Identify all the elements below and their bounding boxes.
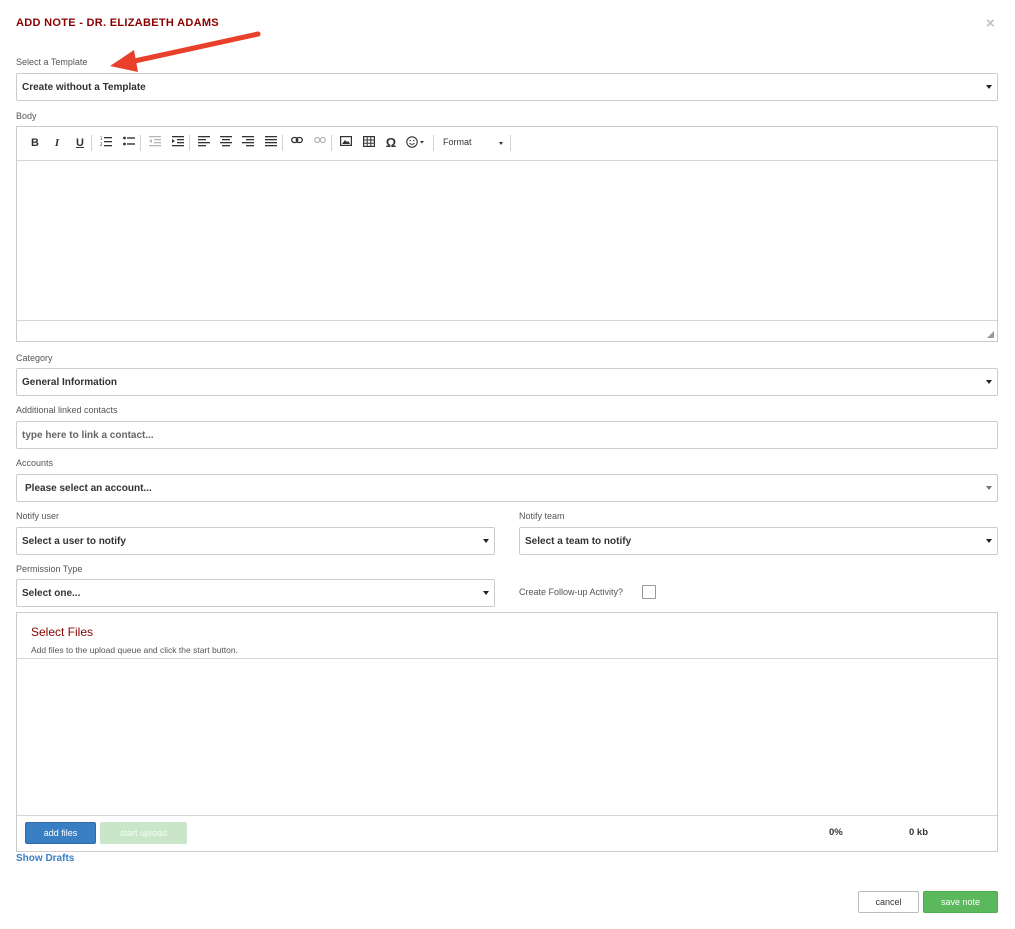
upload-size: 0 kb [909,827,929,838]
unlink-icon[interactable] [312,136,328,150]
notify-user-label: Notify user [16,511,60,521]
chevron-down-icon [986,85,992,89]
link-icon[interactable] [289,136,305,150]
uploader-header: Select Files Add files to the upload que… [17,613,997,659]
chevron-down-icon [986,539,992,543]
notify-team-select[interactable]: Select a team to notify [519,527,998,555]
save-note-button[interactable]: save note [923,891,998,913]
follow-up-checkbox[interactable] [642,585,656,599]
show-drafts-link[interactable]: Show Drafts [16,853,74,864]
start-upload-button[interactable]: start upload [100,822,187,844]
body-label: Body [16,111,37,121]
notify-user-value: Select a user to notify [22,536,126,547]
permission-type-select[interactable]: Select one... [16,579,495,607]
notify-team-label: Notify team [519,511,565,521]
emoji-icon[interactable] [405,136,429,150]
permission-type-value: Select one... [22,588,81,599]
cancel-button[interactable]: cancel [858,891,919,913]
editor-status-bar [17,320,997,341]
close-icon[interactable]: × [986,15,995,32]
accounts-select[interactable]: Please select an account... [16,474,998,502]
chevron-down-icon [499,142,503,145]
indent-icon[interactable] [170,136,186,150]
linked-contacts-field[interactable] [16,421,998,449]
chevron-down-icon [483,591,489,595]
bold-button[interactable]: B [27,136,43,150]
chevron-down-icon [483,539,489,543]
category-select[interactable]: General Information [16,368,998,396]
svg-text:1: 1 [100,136,103,141]
special-character-icon[interactable]: Ω [383,136,399,150]
template-value: Create without a Template [22,82,146,93]
table-icon[interactable] [361,136,377,150]
add-files-button[interactable]: add files [25,822,96,844]
template-label: Select a Template [16,57,88,67]
outdent-icon[interactable] [147,136,163,150]
linked-contacts-input[interactable] [17,422,997,448]
category-value: General Information [22,377,118,388]
accounts-label: Accounts [16,458,54,468]
chevron-down-icon [986,380,992,384]
align-center-icon[interactable] [218,136,234,150]
editor-body[interactable] [17,162,997,322]
uploader-subtitle: Add files to the upload queue and click … [31,645,238,655]
underline-button[interactable]: U [72,136,88,150]
editor-toolbar: B I U 12 Ω Format [17,127,997,161]
notify-user-select[interactable]: Select a user to notify [16,527,495,555]
toolbar-separator [331,135,332,151]
align-justify-icon[interactable] [263,136,279,150]
uploader-footer: add files start upload 0% 0 kb [17,815,997,851]
notify-team-value: Select a team to notify [525,536,632,547]
align-left-icon[interactable] [196,136,212,150]
file-uploader: Select Files Add files to the upload que… [16,612,998,852]
accounts-value: Please select an account... [25,483,152,494]
numbered-list-icon[interactable]: 12 [98,136,114,150]
uploader-title: Select Files [31,625,94,639]
resize-handle-icon[interactable] [987,331,994,338]
format-dropdown[interactable]: Format [443,137,472,147]
template-select[interactable]: Create without a Template [16,73,998,101]
permission-type-label: Permission Type [16,564,83,574]
follow-up-label: Create Follow-up Activity? [519,587,624,597]
upload-queue[interactable] [17,660,997,816]
toolbar-separator [140,135,141,151]
bulleted-list-icon[interactable] [121,136,137,150]
category-label: Category [16,353,53,363]
italic-button[interactable]: I [49,136,65,150]
toolbar-separator [91,135,92,151]
annotation-arrow-icon [110,31,261,72]
upload-percent: 0% [829,827,843,838]
toolbar-separator [510,135,511,151]
image-icon[interactable] [338,136,354,150]
align-right-icon[interactable] [240,136,256,150]
linked-contacts-label: Additional linked contacts [16,405,118,415]
rich-text-editor: B I U 12 Ω Format [16,126,998,342]
toolbar-separator [433,135,434,151]
svg-text:2: 2 [100,142,103,147]
chevron-down-icon [986,486,992,490]
toolbar-separator [189,135,190,151]
toolbar-separator [282,135,283,151]
